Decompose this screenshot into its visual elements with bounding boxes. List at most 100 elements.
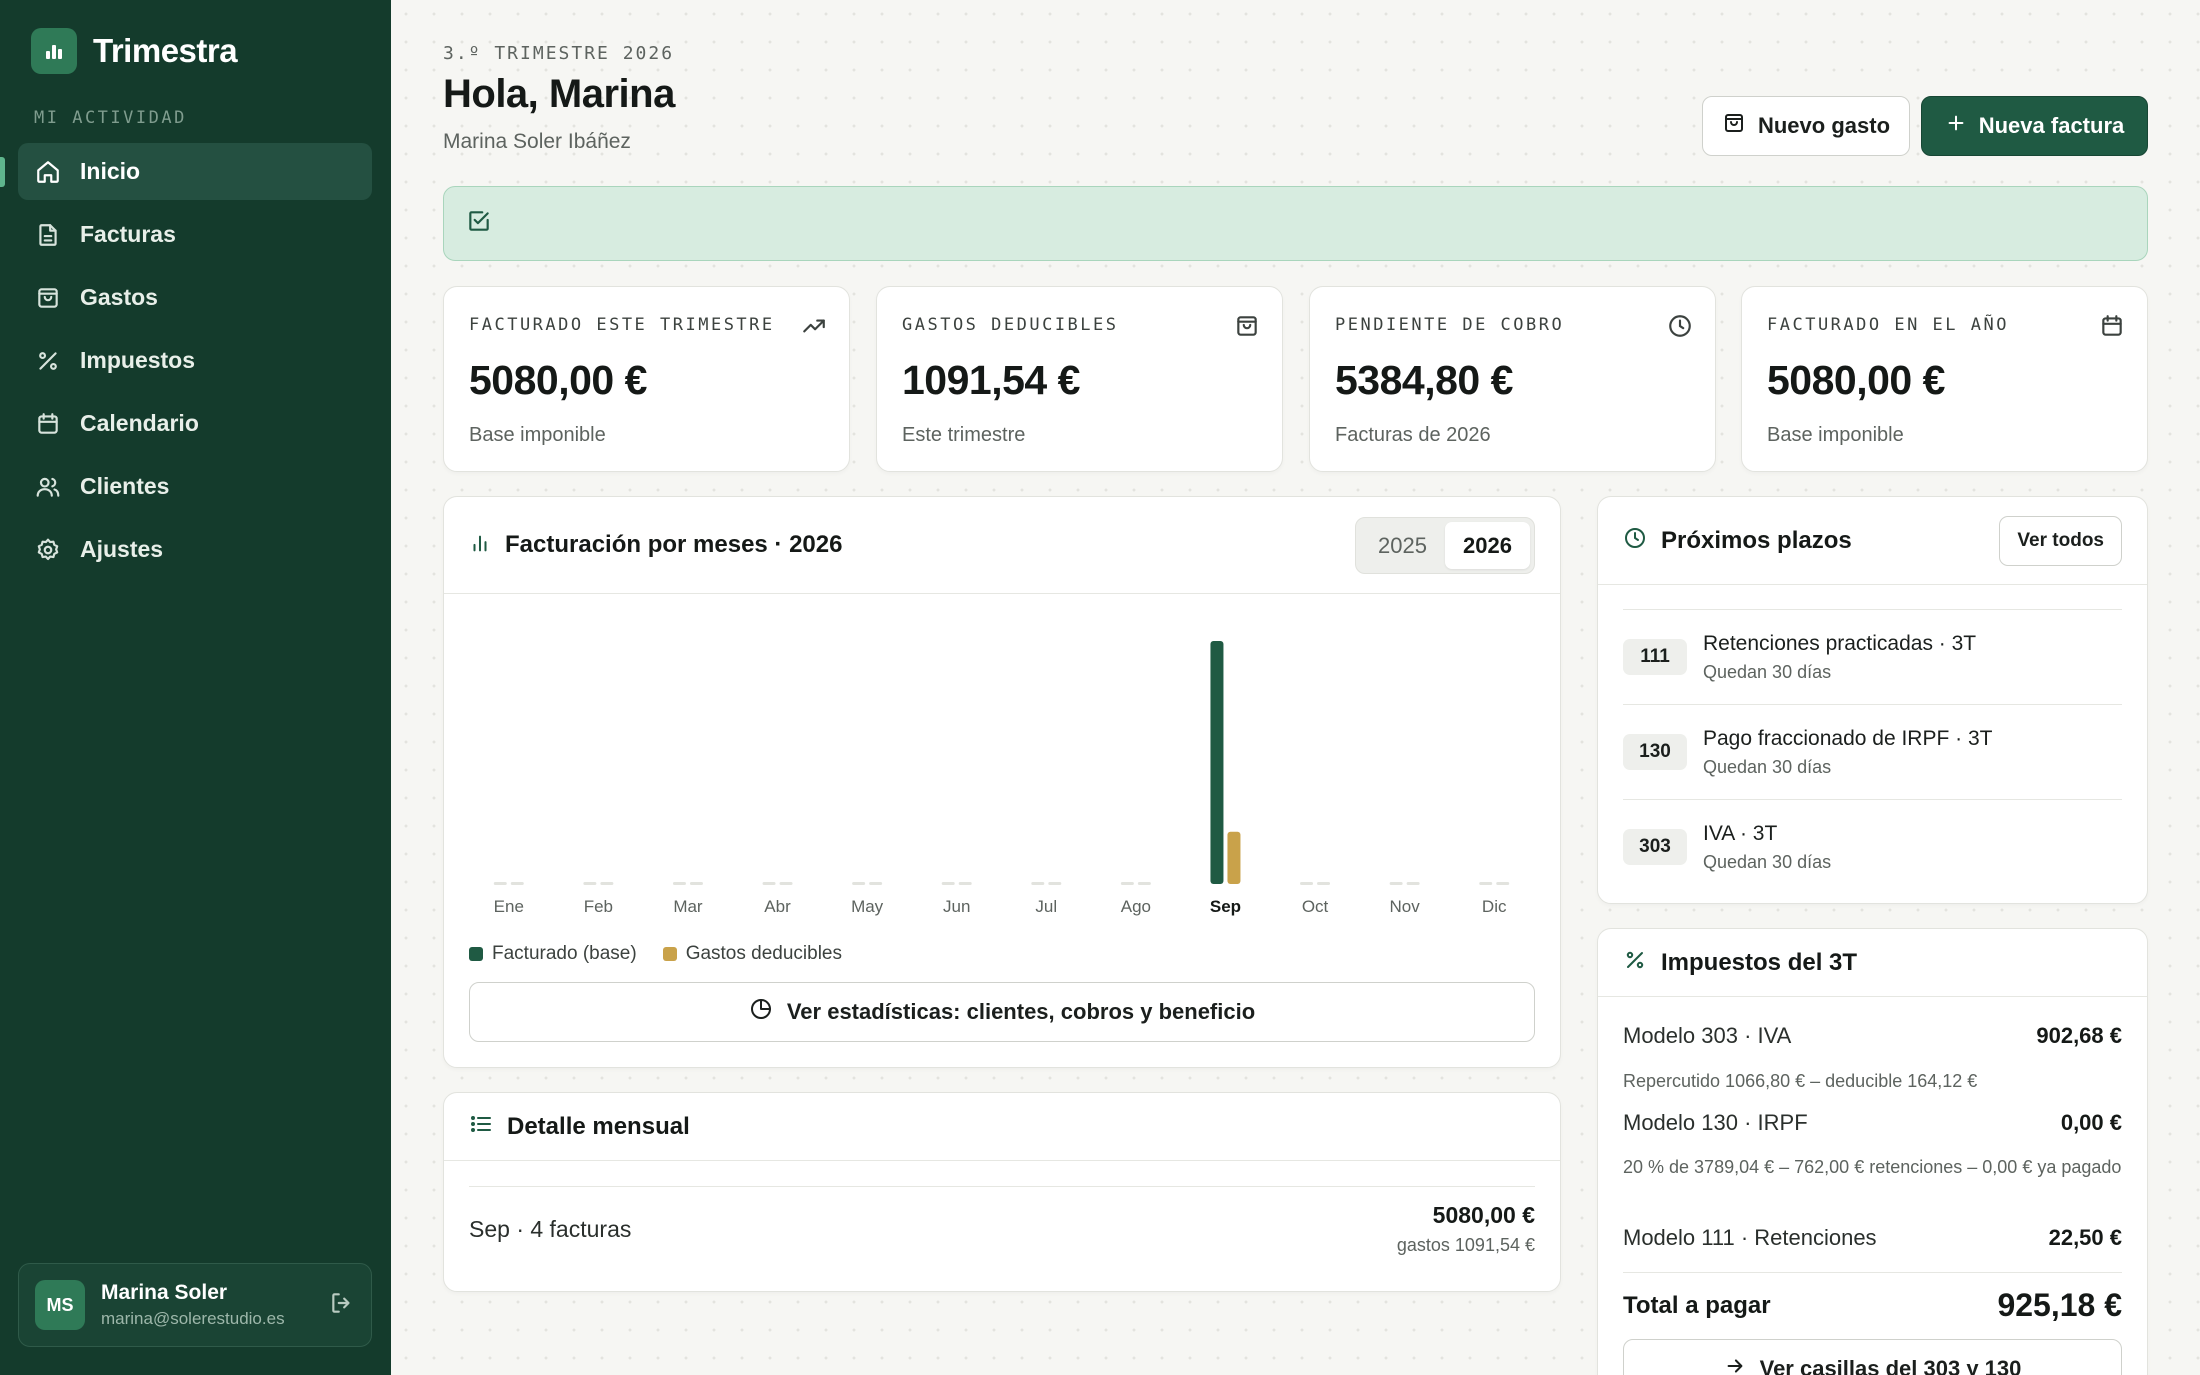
table-row[interactable]: Sep · 4 facturas 5080,00 € gastos 1091,5…: [469, 1186, 1535, 1271]
tax-row-130: Modelo 130 · IRPF 0,00 €: [1623, 1110, 2122, 1136]
year-option-2026[interactable]: 2026: [1445, 522, 1530, 569]
x-tick-label: Mar: [673, 897, 703, 916]
new-expense-label: Nuevo gasto: [1757, 113, 1891, 138]
x-tick-label: Sep: [1210, 897, 1241, 916]
sidebar-item-calendario[interactable]: Calendario: [18, 395, 372, 452]
stat-sub: Facturas de 2026: [1335, 424, 1491, 446]
tax-row-303: Modelo 303 · IVA 902,68 €: [1623, 1023, 2122, 1049]
x-tick-label: Ago: [1121, 897, 1151, 916]
sidebar-item-label: Ajustes: [80, 536, 164, 562]
view-boxes-button[interactable]: Ver casillas del 303 y 130: [1623, 1339, 2122, 1375]
quarter-label: 3.º TRIMESTRE 2026: [443, 43, 675, 64]
new-expense-button[interactable]: Nuevo gasto: [1702, 96, 1910, 156]
bar-chart-logo-icon: [31, 28, 77, 74]
tax-note: 20 % de 3789,04 € – 762,00 € retenciones…: [1623, 1157, 2122, 1177]
tax-label: Modelo 130 · IRPF: [1623, 1110, 1808, 1135]
detail-amount: 5080,00 €: [1432, 1202, 1535, 1228]
chart-bar-empty: [600, 882, 614, 885]
deadline-item[interactable]: 111 Retenciones practicadas · 3T Quedan …: [1623, 609, 2122, 704]
tax-note: Repercutido 1066,80 € – deducible 164,12…: [1623, 1071, 1978, 1091]
user-name: Marina Soler: [101, 1281, 228, 1304]
avatar: MS: [35, 1280, 85, 1330]
deadline-remaining: Quedan 30 días: [1703, 756, 1832, 777]
chart-bar-empty: [1496, 882, 1510, 885]
sidebar-item-clientes[interactable]: Clientes: [18, 458, 372, 515]
x-tick-label: Jul: [1035, 897, 1057, 916]
chart-bar-empty: [583, 882, 597, 885]
list-icon: [469, 1112, 493, 1141]
x-tick-label: Ene: [494, 897, 524, 916]
chart-title: Facturación por meses · 2026: [505, 531, 843, 558]
chart-bar-empty: [869, 882, 883, 885]
sidebar-item-gastos[interactable]: Gastos: [18, 269, 372, 326]
deadline-remaining: Quedan 30 días: [1703, 851, 1832, 872]
plus-icon: [1945, 112, 1967, 140]
sidebar-item-facturas[interactable]: Facturas: [18, 206, 372, 263]
tax-total: Total a pagar 925,18 €: [1623, 1272, 2122, 1324]
deadline-title: Pago fraccionado de IRPF · 3T: [1703, 726, 1993, 750]
chart-bar-empty: [510, 882, 524, 885]
stat-label: FACTURADO EN EL AÑO: [1767, 315, 2009, 335]
year-option-2025[interactable]: 2025: [1360, 522, 1445, 569]
calendar-icon: [2099, 313, 2125, 344]
sidebar-item-label: Calendario: [80, 410, 199, 436]
monthly-detail-card: Detalle mensual Sep · 4 facturas 5080,00…: [443, 1092, 1561, 1292]
deadline-title: IVA · 3T: [1703, 821, 1778, 845]
chart-bar[interactable]: [1227, 831, 1241, 884]
tax-amount: 22,50 €: [2048, 1225, 2122, 1250]
quarter-taxes-card: Impuestos del 3T Modelo 303 · IVA 902,68…: [1597, 928, 2148, 1375]
legend-swatch: [662, 947, 677, 961]
app-name: Trimestra: [93, 32, 238, 69]
sidebar-item-label: Clientes: [80, 473, 170, 499]
calendar-icon: [34, 410, 62, 438]
new-invoice-button[interactable]: Nueva factura: [1921, 96, 2148, 156]
chart-bar[interactable]: [1210, 641, 1224, 884]
document-icon: [34, 221, 62, 249]
deadline-item[interactable]: 130 Pago fraccionado de IRPF · 3T Quedan…: [1623, 704, 2122, 799]
stat-sub: Base imponible: [1767, 424, 1904, 446]
logout-icon[interactable]: [329, 1290, 355, 1321]
deadline-item[interactable]: 303 IVA · 3T Quedan 30 días: [1623, 799, 2122, 894]
x-tick-label: May: [851, 897, 884, 916]
chart-bar-empty: [1031, 882, 1045, 885]
chart-bar-empty: [941, 882, 955, 885]
stat-value: 5080,00 €: [469, 357, 647, 403]
user-email: marina@solerestudio.es: [101, 1309, 285, 1328]
detail-expenses: gastos 1091,54 €: [1396, 1235, 1535, 1255]
sidebar-item-inicio[interactable]: Inicio: [18, 143, 372, 200]
stat-label: GASTOS DEDUCIBLES: [902, 315, 1119, 335]
percent-icon: [1623, 948, 1647, 977]
x-tick-label: Feb: [584, 897, 613, 916]
tax-label: Modelo 303 · IVA: [1623, 1023, 1792, 1048]
chart-bar-empty: [958, 882, 972, 885]
chart-bar-empty: [1137, 882, 1151, 885]
x-tick-label: Oct: [1302, 897, 1329, 916]
chart-bar-empty: [1048, 882, 1062, 885]
detail-title: Detalle mensual: [507, 1112, 690, 1140]
detail-header: Detalle mensual: [444, 1093, 1560, 1161]
chart-bar-empty: [493, 882, 507, 885]
view-statistics-button[interactable]: Ver estadísticas: clientes, cobros y ben…: [469, 982, 1535, 1042]
arrow-right-icon: [1724, 1355, 1746, 1375]
deadline-text: IVA · 3T Quedan 30 días: [1703, 822, 1831, 873]
legend-label: Gastos deducibles: [685, 943, 843, 964]
taxes-header: Impuestos del 3T: [1598, 929, 2147, 997]
sidebar: Trimestra MI ACTIVIDAD Inicio Facturas G…: [0, 0, 391, 1375]
trending-up-icon: [801, 313, 827, 344]
chart-bar-empty: [1120, 882, 1134, 885]
shopping-bag-icon: [34, 284, 62, 312]
shopping-bag-icon: [1722, 111, 1746, 141]
year-selector: 2025 2026: [1355, 517, 1535, 574]
sidebar-nav: Inicio Facturas Gastos Impuestos Calenda…: [18, 143, 372, 584]
deadline-text: Pago fraccionado de IRPF · 3T Quedan 30 …: [1703, 727, 1992, 778]
chart-bar-empty: [1300, 882, 1314, 885]
sidebar-item-ajustes[interactable]: Ajustes: [18, 521, 372, 578]
view-boxes-label: Ver casillas del 303 y 130: [1759, 1356, 2022, 1375]
chart-legend: Facturado (base) Gastos deducibles: [469, 943, 842, 965]
brand[interactable]: Trimestra: [31, 28, 238, 74]
stat-card-year-invoiced: FACTURADO EN EL AÑO 5080,00 € Base impon…: [1741, 286, 2148, 472]
view-all-button[interactable]: Ver todos: [1999, 516, 2122, 566]
monthly-billing-chart: Ene Feb Mar Abr May Jun Jul Ago Sep Oct Nov Dic: [493, 641, 1510, 916]
bar-chart-icon: [469, 532, 491, 559]
sidebar-item-impuestos[interactable]: Impuestos: [18, 332, 372, 389]
